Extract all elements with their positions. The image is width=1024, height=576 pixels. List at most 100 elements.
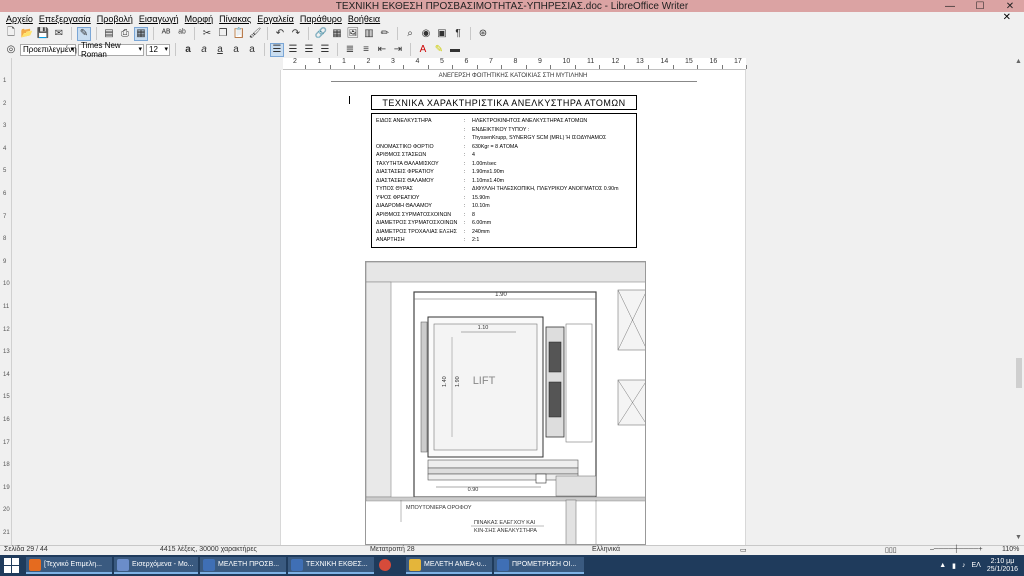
background-color-icon[interactable]: ▬ — [448, 43, 462, 57]
spec-row: ΔΙΑΔΡΟΜΗ ΘΑΛΑΜΟΥ:10.10m — [376, 203, 490, 209]
underline-icon[interactable]: a — [213, 43, 227, 57]
menu-file[interactable]: Αρχείο — [3, 14, 36, 24]
spec-row: ΥΨΟΣ ΦΡΕΑΤΙΟΥ:15.90m — [376, 195, 490, 201]
spellcheck-icon[interactable]: ᴬᴮ — [159, 27, 173, 41]
ruler-tick — [746, 65, 747, 69]
draw-icon[interactable]: ✏ — [378, 27, 392, 41]
outline-icon[interactable]: a — [245, 43, 259, 57]
open-icon[interactable]: 📂 — [20, 27, 34, 41]
highlight-icon[interactable]: ✎ — [432, 43, 446, 57]
bold-icon[interactable]: a — [181, 43, 195, 57]
save-icon[interactable]: 💾 — [36, 27, 50, 41]
formatting-marks-icon[interactable]: ¶ — [451, 27, 465, 41]
cut-icon[interactable]: ✂ — [200, 27, 214, 41]
scroll-down-icon[interactable]: ▼ — [1015, 534, 1022, 541]
taskbar-item[interactable]: ΠΡΟΜΕΤΡΗΣΗ ΟΙ... — [494, 557, 584, 574]
paste-icon[interactable]: 📋 — [232, 27, 246, 41]
ruler-number: 9 — [538, 58, 542, 65]
align-right-icon[interactable]: ☰ — [302, 43, 316, 57]
volume-icon[interactable]: ♪ — [962, 562, 966, 569]
vruler-number: 10 — [3, 281, 10, 288]
lift-floor-plan: 1.90 1.10 LIFT 1.40 1.90 0.90 ΜΠΟΥΤΟΝΙΕΡ… — [365, 261, 646, 545]
table-icon[interactable]: ▦ — [330, 27, 344, 41]
keyboard-language[interactable]: ΕΛ — [971, 562, 980, 569]
horizontal-ruler[interactable]: 2 1 1 2 3 4 5 6 7 8 9 10 11 12 13 14 15 16 17 — [283, 58, 747, 70]
bullets-icon[interactable]: ≡ — [359, 43, 373, 57]
zoom-level[interactable]: 110% — [1002, 546, 1019, 553]
maximize-button[interactable]: ☐ — [972, 1, 988, 12]
menu-format[interactable]: Μορφή — [182, 14, 216, 24]
export-pdf-icon[interactable]: ▤ — [102, 27, 116, 41]
taskbar-item[interactable]: [Τεχνικό Επιμελη... — [26, 557, 112, 574]
menu-window[interactable]: Παράθυρο — [297, 14, 345, 24]
image-icon[interactable]: 🖼 — [346, 27, 360, 41]
new-document-icon[interactable]: 🗋 — [4, 27, 18, 41]
print-preview-icon[interactable]: ▦ — [134, 26, 148, 41]
close-document-icon[interactable]: ✕ — [1000, 12, 1014, 23]
font-color-icon[interactable]: A — [416, 43, 430, 57]
undo-icon[interactable]: ↶ — [273, 27, 287, 41]
vertical-scrollbar[interactable]: ▲ ▼ — [1014, 58, 1024, 545]
clone-icon[interactable]: 🖌 — [248, 27, 262, 41]
minimize-button[interactable]: — — [942, 1, 958, 12]
menu-tools[interactable]: Εργαλεία — [254, 14, 297, 24]
italic-icon[interactable]: a — [197, 43, 211, 57]
spec-value: 630Kgr = 8 ΑΤΟΜΑ — [472, 143, 518, 150]
spec-value: 2:1 — [472, 237, 480, 243]
app-icon — [117, 559, 129, 571]
menu-insert[interactable]: Εισαγωγή — [136, 14, 182, 24]
font-name-select[interactable]: Times New Roman ▾ — [78, 41, 144, 59]
styles-icon[interactable]: ◎ — [4, 43, 18, 57]
numbering-icon[interactable]: ≣ — [343, 43, 357, 57]
ruler-tick — [697, 65, 698, 69]
taskbar: [Τεχνικό Επιμελη... Εισερχόμενα - Μο... ΜΕ… — [0, 555, 1024, 576]
ruler-number: 12 — [611, 58, 620, 65]
copy-icon[interactable]: ❐ — [216, 27, 230, 41]
print-icon[interactable]: ⎙ — [118, 27, 132, 41]
document-page[interactable]: ΑΝΕΓΕΡΣΗ ΦΟΙΤΗΤΙΚΗΣ ΚΑΤΟΙΚΙΑΣ ΣΤΗ ΜΥΤΙΛΗ… — [280, 70, 746, 545]
help-icon[interactable]: ⊛ — [476, 27, 490, 41]
hyperlink-icon[interactable]: 🔗 — [314, 27, 328, 41]
zoom-slider[interactable]: –────┼────+ — [930, 546, 983, 553]
selection-mode-icon[interactable]: ▭ — [740, 546, 747, 554]
scroll-thumb[interactable] — [1016, 358, 1022, 388]
menu-edit[interactable]: Επεξεργασία — [36, 14, 94, 24]
menu-view[interactable]: Προβολή — [94, 14, 136, 24]
indent-increase-icon[interactable]: ⇥ — [391, 43, 405, 57]
tray-arrow-icon[interactable]: ▲ — [939, 562, 946, 569]
paragraph-style-select[interactable]: Προεπιλεγμένη ▾ — [20, 43, 77, 56]
align-center-icon[interactable]: ☰ — [286, 43, 300, 57]
chart-icon[interactable]: ▥ — [362, 27, 376, 41]
start-button[interactable] — [4, 558, 20, 573]
navigator-icon[interactable]: ◉ — [419, 27, 433, 41]
justify-icon[interactable]: ☰ — [318, 43, 332, 57]
font-size-select[interactable]: 12 ▾ — [146, 43, 170, 56]
taskbar-item[interactable]: Εισερχόμενα - Μο... — [114, 557, 198, 574]
spec-row: : ΕΝΔΕΙΚΤΙΚΟΥ ΤΥΠΟΥ : — [376, 127, 529, 133]
ruler-number: 2 — [366, 58, 371, 65]
scroll-up-icon[interactable]: ▲ — [1015, 58, 1022, 65]
taskbar-item[interactable] — [376, 557, 404, 574]
menu-table[interactable]: Πίνακας — [216, 14, 254, 24]
view-layout-icon[interactable]: ▯▯▯ — [885, 546, 897, 554]
find-icon[interactable]: ⌕ — [403, 27, 417, 41]
gallery-icon[interactable]: ▣ — [435, 27, 449, 41]
close-button[interactable]: ✕ — [1002, 1, 1018, 12]
page-count[interactable]: Σελίδα 29 / 44 — [4, 546, 48, 553]
redo-icon[interactable]: ↷ — [289, 27, 303, 41]
taskbar-item[interactable]: ΜΕΛΕΤΗ ΠΡΟΣΒ... — [200, 557, 286, 574]
taskbar-item[interactable]: ΤΕΧΝΙΚΗ ΕΚΘΕΣ... — [288, 557, 374, 574]
align-left-icon[interactable]: ☰ — [270, 42, 284, 57]
email-icon[interactable]: ✉ — [52, 27, 66, 41]
indent-decrease-icon[interactable]: ⇤ — [375, 43, 389, 57]
word-count[interactable]: 4415 λέξεις, 30000 χαρακτήρες — [160, 546, 257, 553]
menu-help[interactable]: Βοήθεια — [345, 14, 383, 24]
network-icon[interactable]: ▮ — [952, 562, 956, 570]
ruler-tick — [672, 65, 674, 69]
shadow-icon[interactable]: a — [229, 43, 243, 57]
edit-mode-icon[interactable]: ✎ — [77, 26, 91, 41]
clock[interactable]: 2:10 μμ 25/1/2016 — [987, 558, 1018, 574]
autospell-icon[interactable]: ᵃᵇ — [175, 27, 189, 41]
language-indicator[interactable]: Ελληνικά — [592, 546, 620, 553]
taskbar-item[interactable]: ΜΕΛΕΤΗ ΑΜΕΑ-υ... — [406, 557, 492, 574]
